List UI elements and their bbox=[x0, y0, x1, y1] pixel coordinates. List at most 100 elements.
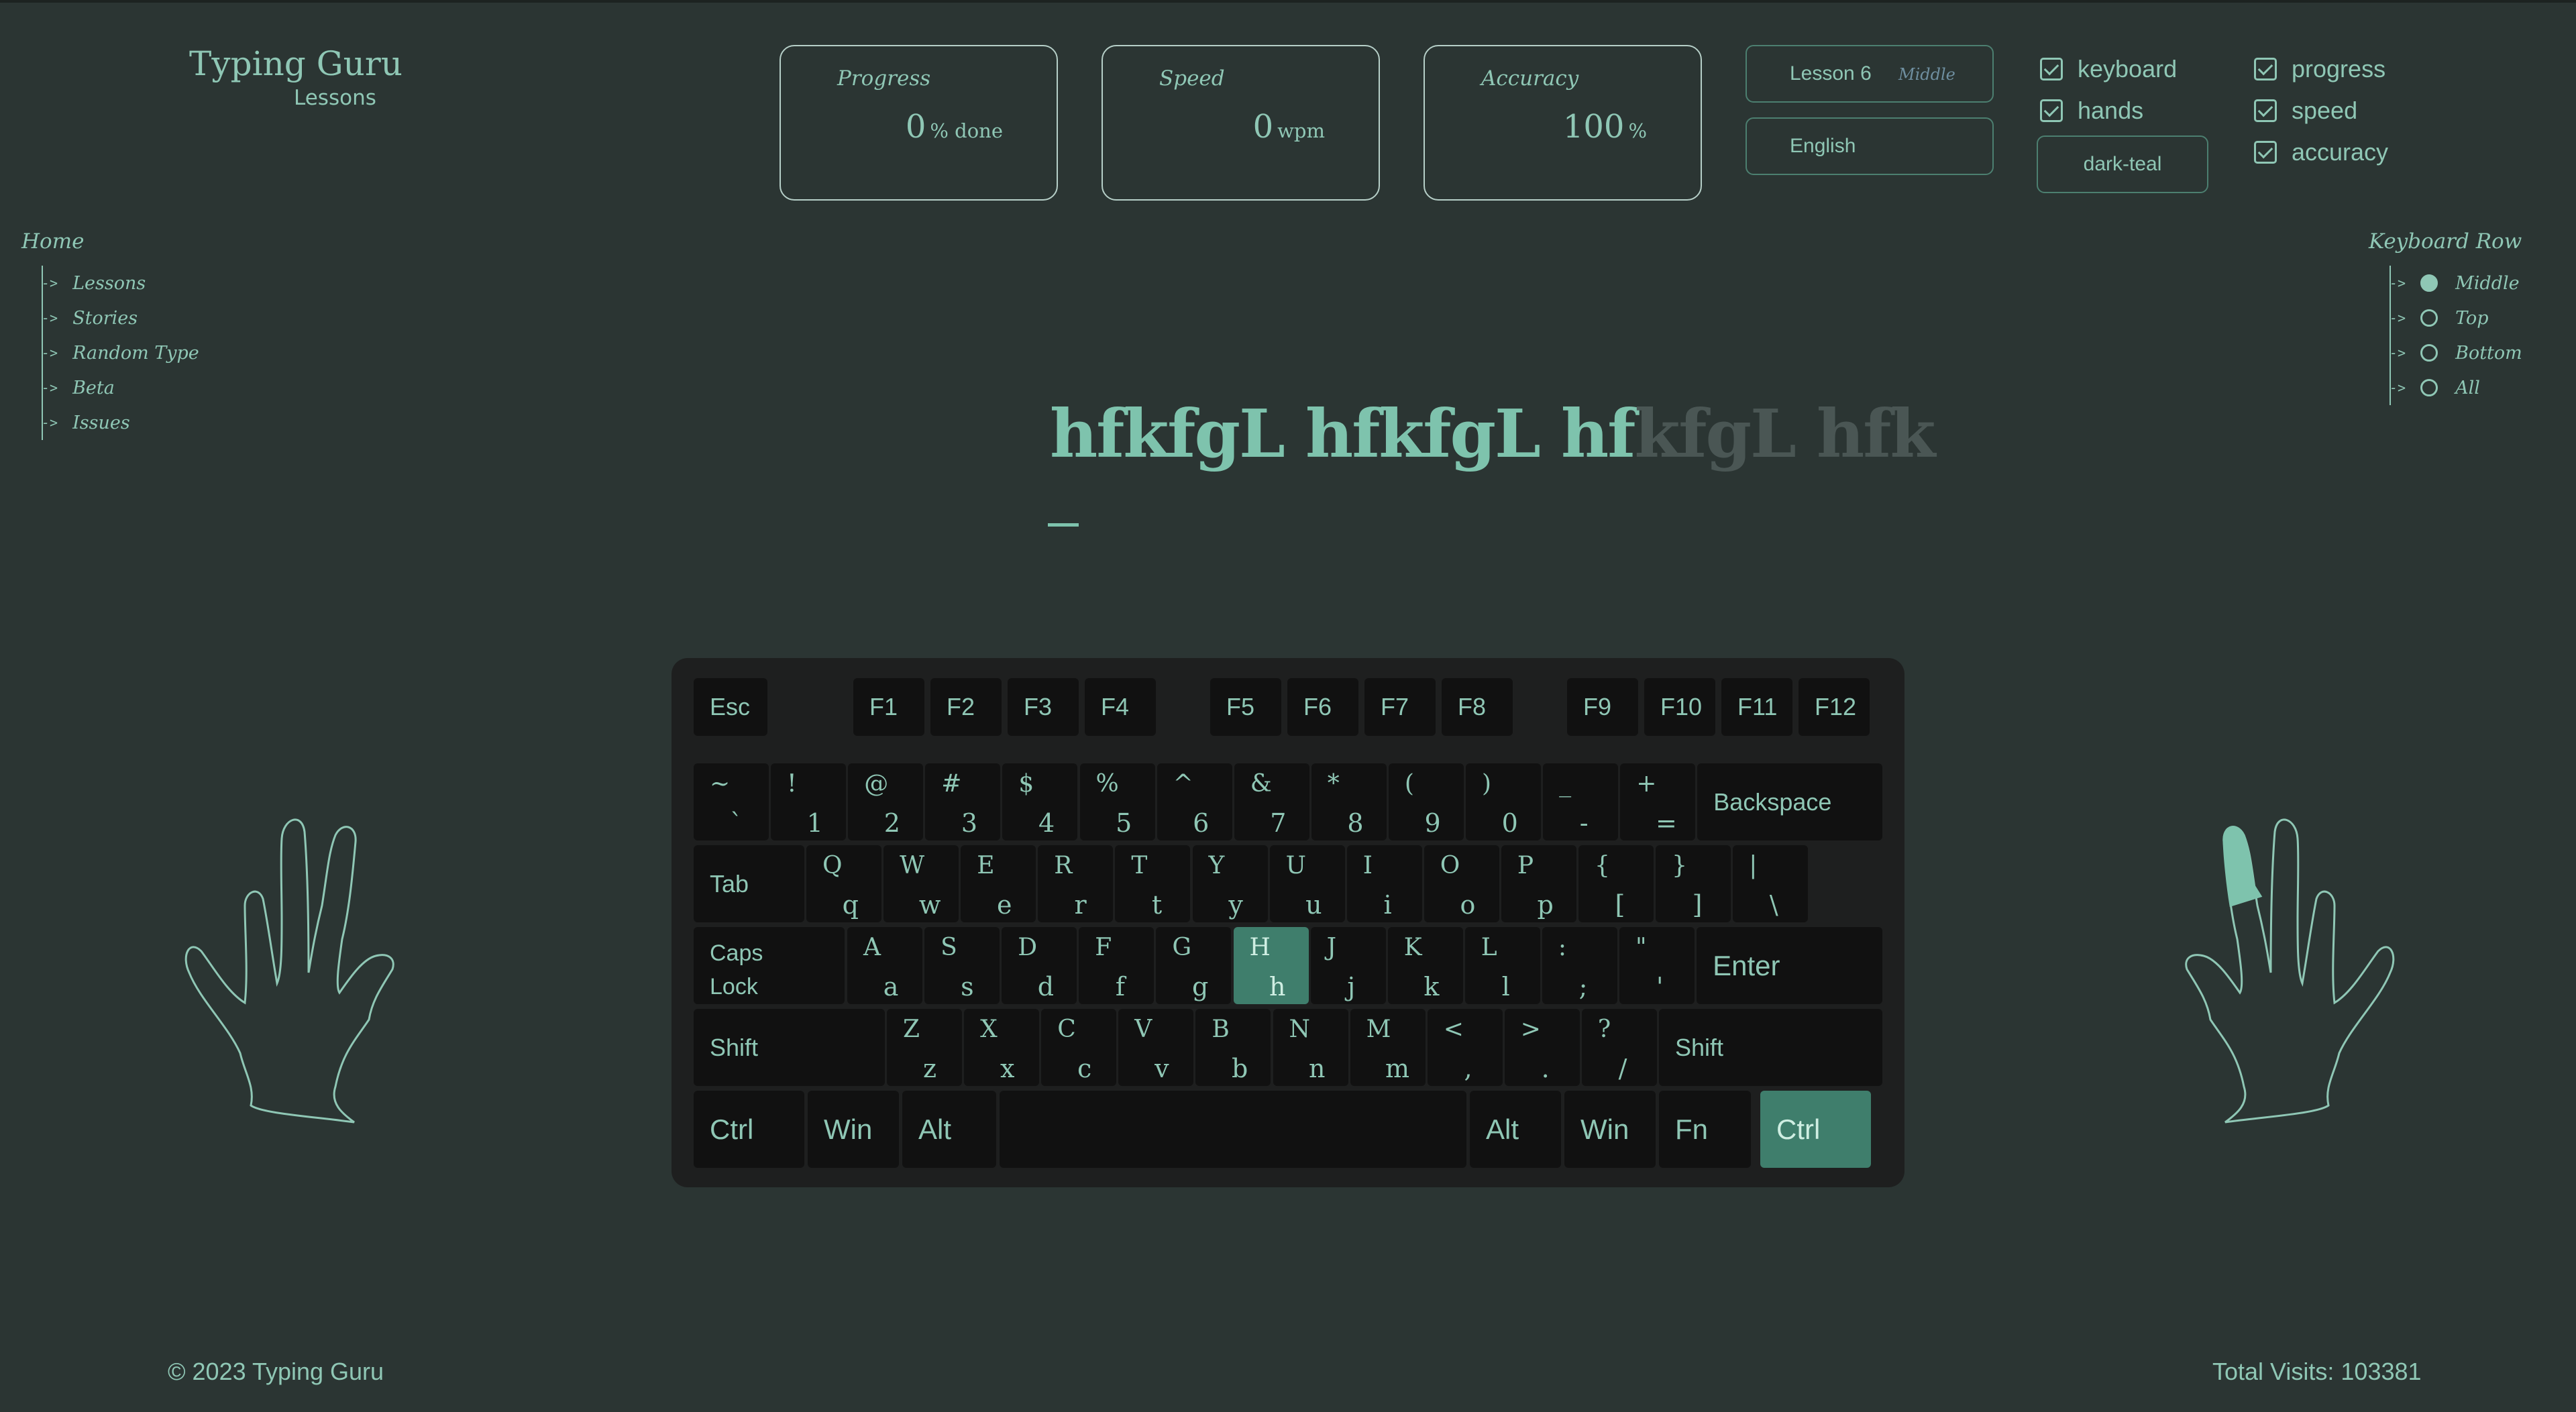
key-a[interactable]: Aa bbox=[847, 927, 922, 1004]
key-space[interactable] bbox=[1000, 1091, 1466, 1168]
key-sym[interactable]: | \ bbox=[1733, 845, 1809, 922]
key-8[interactable]: * 8 bbox=[1311, 763, 1387, 840]
key-2[interactable]: @2 bbox=[848, 763, 924, 840]
key-f4[interactable]: F4 bbox=[1085, 678, 1156, 736]
key-p[interactable]: Pp bbox=[1501, 845, 1576, 922]
key-5[interactable]: % 5 bbox=[1079, 763, 1155, 840]
nav-item-stories[interactable]: -> Stories bbox=[42, 301, 199, 335]
key-sym[interactable]: :; bbox=[1542, 927, 1617, 1004]
key-sym[interactable]: }] bbox=[1656, 845, 1731, 922]
key-alt-left[interactable]: Alt bbox=[902, 1091, 996, 1168]
key-win-right[interactable]: Win bbox=[1564, 1091, 1656, 1168]
key-fn[interactable]: Fn bbox=[1659, 1091, 1751, 1168]
key-e[interactable]: Ee bbox=[961, 845, 1036, 922]
nav-home[interactable]: Home bbox=[21, 229, 84, 254]
key-h[interactable]: Hh bbox=[1233, 927, 1309, 1004]
key-f11[interactable]: F11 bbox=[1721, 678, 1792, 736]
key-shift-left[interactable]: Shift bbox=[694, 1009, 885, 1086]
toggle-speed[interactable]: speed bbox=[2254, 97, 2357, 125]
key-sym[interactable]: {[ bbox=[1578, 845, 1654, 922]
keyboard-row-options: -> Middle -> Top -> Bottom -> All bbox=[2390, 266, 2522, 405]
key-sym[interactable]: + = bbox=[1620, 763, 1696, 840]
key-0[interactable]: ) 0 bbox=[1466, 763, 1541, 840]
key-n[interactable]: Nn bbox=[1273, 1009, 1348, 1086]
row-option-top[interactable]: -> Top bbox=[2390, 301, 2522, 335]
key-sym[interactable]: ~ ` bbox=[694, 763, 769, 840]
key-sym[interactable]: _ - bbox=[1543, 763, 1619, 840]
key-6[interactable]: ^ 6 bbox=[1157, 763, 1232, 840]
key-d[interactable]: Dd bbox=[1002, 927, 1077, 1004]
row-option-all[interactable]: -> All bbox=[2390, 370, 2522, 405]
nav-item-issues[interactable]: -> Issues bbox=[42, 405, 199, 440]
key-sym[interactable]: ? / bbox=[1581, 1009, 1657, 1086]
nav-item-random-type[interactable]: -> Random Type bbox=[42, 335, 199, 370]
key-sym[interactable]: " ' bbox=[1619, 927, 1695, 1004]
key-f1[interactable]: F1 bbox=[853, 678, 924, 736]
key-backspace[interactable]: Backspace bbox=[1697, 763, 1882, 840]
key-f9[interactable]: F9 bbox=[1567, 678, 1638, 736]
key-f3[interactable]: F3 bbox=[1008, 678, 1079, 736]
key-i[interactable]: Ii bbox=[1346, 845, 1422, 922]
key-z[interactable]: Zz bbox=[887, 1009, 962, 1086]
key-alt-right[interactable]: Alt bbox=[1470, 1091, 1561, 1168]
key-v[interactable]: Vv bbox=[1118, 1009, 1194, 1086]
key-f8[interactable]: F8 bbox=[1442, 678, 1513, 736]
key-f7[interactable]: F7 bbox=[1364, 678, 1436, 736]
language-select[interactable]: English bbox=[1746, 117, 1994, 175]
theme-button[interactable]: dark-teal bbox=[2037, 135, 2208, 193]
toggle-accuracy[interactable]: accuracy bbox=[2254, 138, 2388, 166]
key-b[interactable]: Bb bbox=[1195, 1009, 1271, 1086]
key-u[interactable]: Uu bbox=[1269, 845, 1345, 922]
key-f6[interactable]: F6 bbox=[1287, 678, 1358, 736]
key-f2[interactable]: F2 bbox=[930, 678, 1002, 736]
language-value: English bbox=[1790, 135, 1856, 157]
checkbox-icon bbox=[2040, 58, 2063, 80]
key-4[interactable]: $4 bbox=[1002, 763, 1078, 840]
key-t[interactable]: Tt bbox=[1115, 845, 1191, 922]
row-option-bottom[interactable]: -> Bottom bbox=[2390, 335, 2522, 370]
radio-selected-icon bbox=[2420, 274, 2438, 292]
key-win-left[interactable]: Win bbox=[808, 1091, 899, 1168]
key-s[interactable]: Ss bbox=[924, 927, 1000, 1004]
key-j[interactable]: Jj bbox=[1310, 927, 1386, 1004]
key-f12[interactable]: F12 bbox=[1799, 678, 1870, 736]
key-ctrl-left[interactable]: Ctrl bbox=[694, 1091, 804, 1168]
key-m[interactable]: Mm bbox=[1350, 1009, 1426, 1086]
key-sym[interactable]: <, bbox=[1427, 1009, 1503, 1086]
key-shift-right[interactable]: Shift bbox=[1659, 1009, 1882, 1086]
key-y[interactable]: Yy bbox=[1192, 845, 1268, 922]
key-c[interactable]: Cc bbox=[1041, 1009, 1117, 1086]
key-enter[interactable]: Enter bbox=[1697, 927, 1882, 1004]
key-f5[interactable]: F5 bbox=[1210, 678, 1281, 736]
toggle-progress[interactable]: progress bbox=[2254, 55, 2385, 83]
app-title[interactable]: Typing Guru bbox=[189, 44, 402, 83]
key-1[interactable]: ! 1 bbox=[771, 763, 847, 840]
row-option-middle[interactable]: -> Middle bbox=[2390, 266, 2522, 301]
key-k[interactable]: Kk bbox=[1387, 927, 1463, 1004]
key-f10[interactable]: F10 bbox=[1644, 678, 1715, 736]
typing-text[interactable]: hfkfgL hfkfgL hfkfgL hfk bbox=[1050, 396, 1935, 473]
key-l[interactable]: Ll bbox=[1464, 927, 1540, 1004]
key-7[interactable]: & 7 bbox=[1234, 763, 1309, 840]
key-sym[interactable]: >. bbox=[1504, 1009, 1580, 1086]
key-caps-lock[interactable]: Caps Lock bbox=[694, 927, 845, 1004]
key-f[interactable]: Ff bbox=[1079, 927, 1155, 1004]
key-q[interactable]: Qq bbox=[806, 845, 881, 922]
arrow-icon: -> bbox=[2390, 310, 2406, 326]
key-w[interactable]: Ww bbox=[883, 845, 959, 922]
key-9[interactable]: (9 bbox=[1388, 763, 1464, 840]
nav-item-lessons[interactable]: -> Lessons bbox=[42, 266, 199, 301]
key-tab[interactable]: Tab bbox=[694, 845, 804, 922]
toggle-keyboard[interactable]: keyboard bbox=[2040, 55, 2177, 83]
key-x[interactable]: Xx bbox=[964, 1009, 1040, 1086]
lesson-select[interactable]: Lesson 6 Middle bbox=[1746, 45, 1994, 103]
key-ctrl-right[interactable]: Ctrl bbox=[1760, 1091, 1871, 1168]
key-g[interactable]: Gg bbox=[1156, 927, 1232, 1004]
key-esc[interactable]: Esc bbox=[694, 678, 767, 736]
toggle-hands[interactable]: hands bbox=[2040, 97, 2143, 125]
key-r[interactable]: Rr bbox=[1038, 845, 1114, 922]
key-3[interactable]: #3 bbox=[925, 763, 1001, 840]
key-o[interactable]: Oo bbox=[1424, 845, 1499, 922]
nav-item-beta[interactable]: -> Beta bbox=[42, 370, 199, 405]
radio-icon bbox=[2420, 379, 2438, 396]
